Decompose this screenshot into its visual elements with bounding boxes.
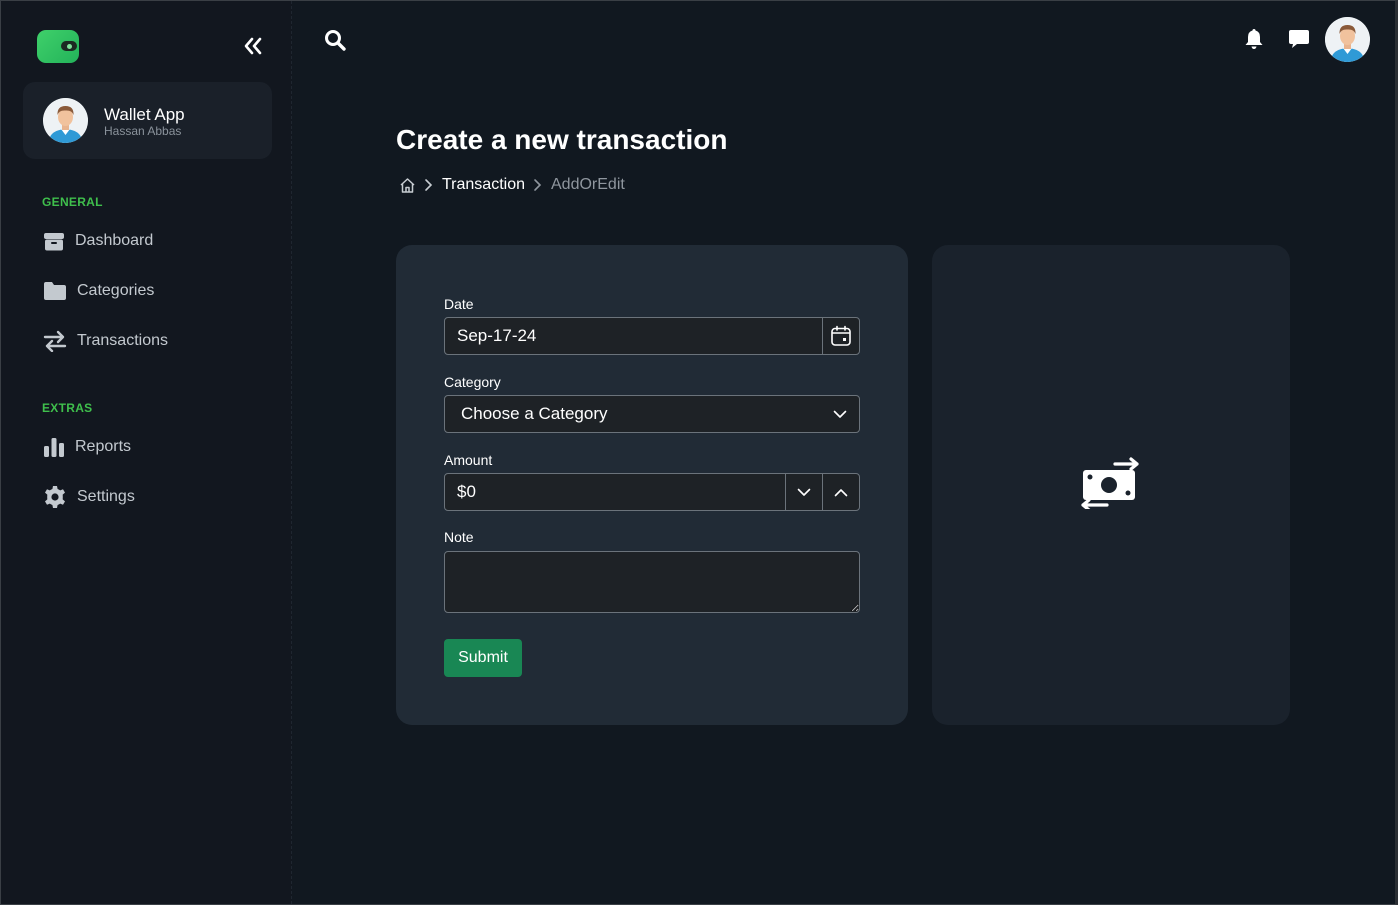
breadcrumb-link-transaction[interactable]: Transaction	[442, 176, 525, 194]
chevron-down-icon	[821, 396, 859, 432]
chat-icon[interactable]	[1287, 27, 1311, 51]
sidebar-item-settings[interactable]: Settings	[41, 483, 135, 511]
breadcrumb: Transaction AddOrEdit	[399, 174, 625, 196]
calendar-button[interactable]	[822, 318, 859, 354]
user-card[interactable]: Wallet App Hassan Abbas	[23, 82, 272, 159]
wallet-logo-icon[interactable]	[37, 30, 79, 63]
money-exchange-icon	[1079, 457, 1143, 512]
category-selected-value: Choose a Category	[461, 404, 608, 423]
sidebar-item-label: Dashboard	[75, 232, 154, 249]
note-label: Note	[444, 529, 474, 545]
gear-icon	[41, 485, 69, 509]
increment-button[interactable]	[822, 474, 859, 510]
category-label: Category	[444, 374, 501, 390]
amount-stepper[interactable]: $0	[444, 473, 860, 511]
user-name: Hassan Abbas	[104, 124, 182, 138]
folder-icon	[41, 279, 69, 303]
breadcrumb-current: AddOrEdit	[551, 176, 625, 193]
sidebar: Wallet App Hassan Abbas GENERAL Dashboar…	[1, 1, 292, 904]
search-icon[interactable]	[323, 28, 347, 52]
chevron-right-icon	[424, 178, 434, 192]
illustration-card	[932, 245, 1290, 725]
amount-label: Amount	[444, 452, 493, 468]
sidebar-item-categories[interactable]: Categories	[41, 277, 154, 305]
sidebar-item-label: Transactions	[77, 332, 168, 349]
submit-button[interactable]: Submit	[444, 639, 522, 677]
page-title: Create a new transaction	[396, 124, 728, 155]
arrows-exchange-icon	[41, 329, 69, 353]
date-field[interactable]: Sep-17-24	[444, 317, 860, 355]
sidebar-item-label: Categories	[77, 282, 155, 299]
section-title-extras: EXTRAS	[42, 401, 93, 415]
chevron-down-icon	[797, 488, 811, 496]
collapse-sidebar-button[interactable]	[241, 34, 265, 58]
avatar	[43, 98, 88, 143]
sidebar-item-label: Reports	[75, 438, 132, 455]
home-icon[interactable]	[399, 177, 416, 194]
note-textarea[interactable]	[444, 551, 860, 613]
amount-value[interactable]: $0	[445, 482, 785, 502]
bell-icon[interactable]	[1242, 27, 1266, 51]
avatar[interactable]	[1325, 17, 1370, 62]
bar-chart-icon	[41, 435, 67, 459]
calendar-icon	[831, 325, 851, 346]
chevron-right-icon	[533, 178, 543, 192]
box-icon	[41, 229, 67, 253]
sidebar-item-transactions[interactable]: Transactions	[41, 327, 168, 355]
decrement-button[interactable]	[785, 474, 822, 510]
sidebar-item-dashboard[interactable]: Dashboard	[41, 227, 153, 255]
section-title-general: GENERAL	[42, 195, 103, 209]
date-label: Date	[444, 296, 474, 312]
chevron-up-icon	[834, 488, 848, 496]
sidebar-item-reports[interactable]: Reports	[41, 433, 131, 461]
app-name: Wallet App	[104, 105, 185, 124]
category-select[interactable]: Choose a Category	[444, 395, 860, 433]
double-chevron-left-icon	[244, 37, 262, 55]
date-value[interactable]: Sep-17-24	[445, 326, 822, 346]
sidebar-item-label: Settings	[77, 488, 135, 505]
transaction-form: Date Sep-17-24 Category Choose a Categor…	[396, 245, 908, 725]
